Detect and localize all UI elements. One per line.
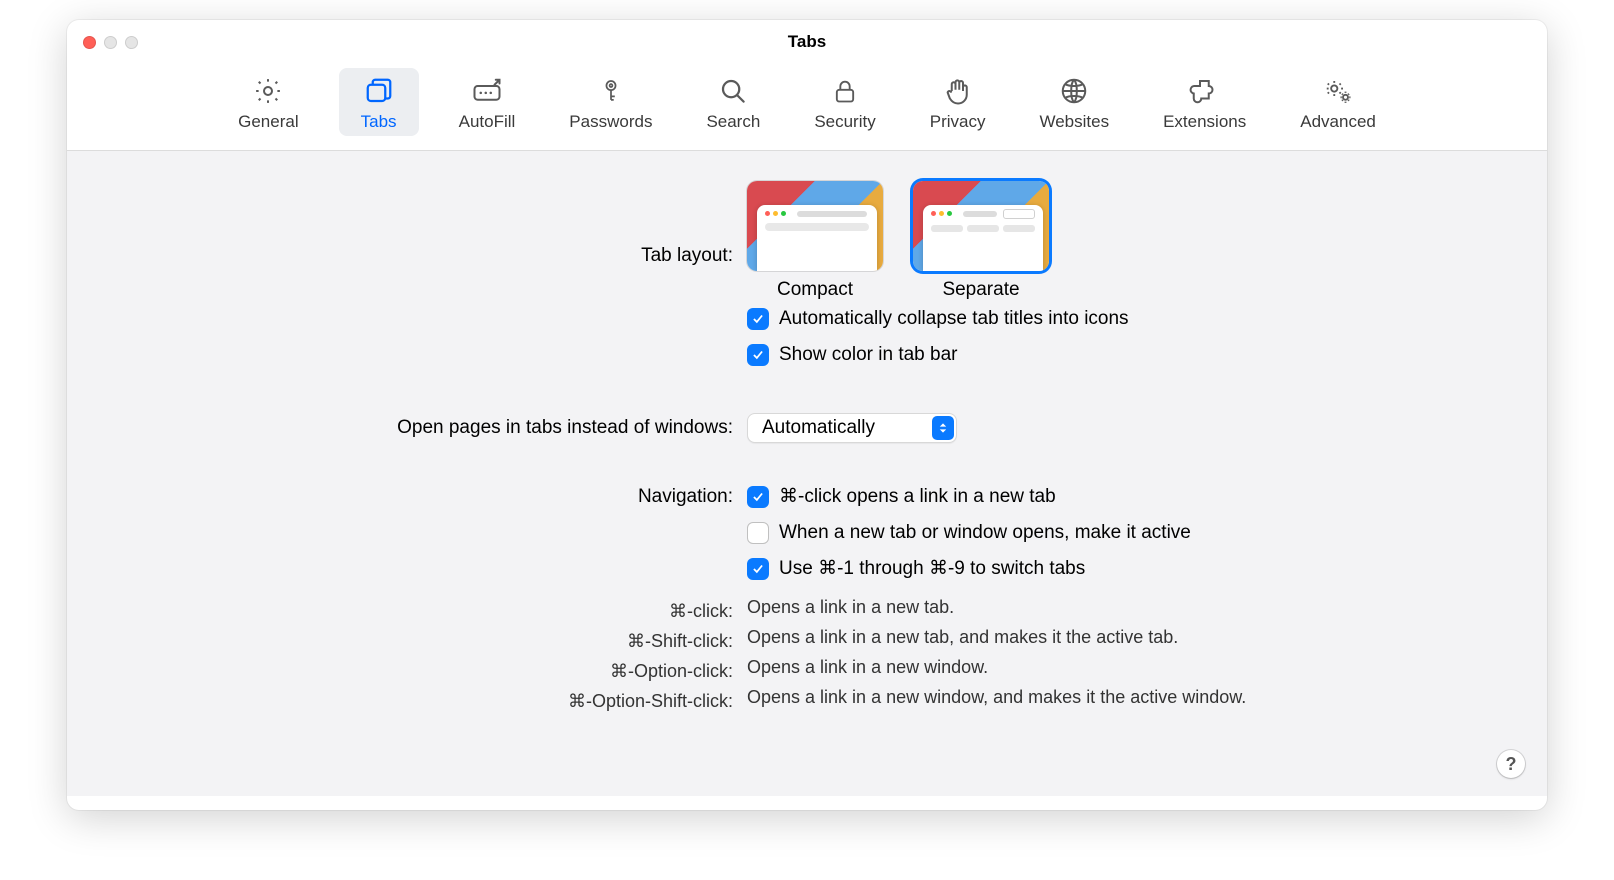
desc-val-0: Opens a link in a new tab. — [747, 597, 1507, 618]
toolbar-label-tabs: Tabs — [361, 112, 397, 132]
toolbar-item-extensions[interactable]: Extensions — [1149, 68, 1260, 136]
key-icon — [594, 74, 628, 108]
checkbox-make-new-tab-active[interactable] — [747, 522, 769, 544]
checkbox-cmd-number-switch-tabs-label: Use ⌘-1 through ⌘-9 to switch tabs — [779, 555, 1085, 583]
toolbar-item-advanced[interactable]: Advanced — [1286, 68, 1390, 136]
toolbar-item-general[interactable]: General — [224, 68, 312, 136]
tab-layout-options: Compact Separate — [747, 181, 1507, 301]
toolbar-item-tabs[interactable]: Tabs — [339, 68, 419, 136]
desc-val-2: Opens a link in a new window. — [747, 657, 1507, 678]
gear-icon — [251, 74, 285, 108]
checkbox-cmd-number-switch-tabs[interactable] — [747, 558, 769, 580]
toolbar-label-search: Search — [706, 112, 760, 132]
toolbar-item-websites[interactable]: Websites — [1025, 68, 1123, 136]
hand-icon — [941, 74, 975, 108]
search-icon — [716, 74, 750, 108]
toolbar-item-autofill[interactable]: AutoFill — [445, 68, 530, 136]
checkbox-cmd-click-new-tab-label: ⌘-click opens a link in a new tab — [779, 483, 1056, 511]
desc-key-1: ⌘-Shift-click: — [107, 627, 747, 655]
toolbar-label-websites: Websites — [1039, 112, 1109, 132]
desc-key-3: ⌘-Option-Shift-click: — [107, 687, 747, 715]
content-pane: Tab layout: Compact — [67, 151, 1547, 796]
tab-layout-compact-preview — [747, 181, 883, 271]
chevron-up-down-icon — [932, 416, 954, 440]
help-button[interactable]: ? — [1497, 750, 1525, 778]
tab-layout-separate-preview — [913, 181, 1049, 271]
toolbar-label-privacy: Privacy — [930, 112, 986, 132]
desc-val-1: Opens a link in a new tab, and makes it … — [747, 627, 1507, 648]
tab-layout-compact[interactable]: Compact — [747, 181, 883, 301]
toolbar-label-advanced: Advanced — [1300, 112, 1376, 132]
checkbox-cmd-click-new-tab[interactable] — [747, 486, 769, 508]
gears-icon — [1321, 74, 1355, 108]
navigation-label: Navigation: — [107, 483, 747, 511]
tab-layout-separate[interactable]: Separate — [913, 181, 1049, 301]
autofill-icon — [470, 74, 504, 108]
window-title: Tabs — [67, 32, 1547, 52]
desc-key-2: ⌘-Option-click: — [107, 657, 747, 685]
preferences-window: Tabs General Tabs AutoFill Passwords — [67, 20, 1547, 810]
checkbox-show-color-tab-bar[interactable] — [747, 344, 769, 366]
toolbar-item-security[interactable]: Security — [800, 68, 889, 136]
toolbar-item-search[interactable]: Search — [692, 68, 774, 136]
toolbar-label-general: General — [238, 112, 298, 132]
toolbar-label-autofill: AutoFill — [459, 112, 516, 132]
titlebar: Tabs — [67, 20, 1547, 64]
preferences-toolbar: General Tabs AutoFill Passwords Search — [67, 64, 1547, 151]
tab-layout-compact-label: Compact — [777, 279, 853, 301]
checkbox-show-color-tab-bar-label: Show color in tab bar — [779, 341, 958, 369]
open-pages-value: Automatically — [762, 417, 875, 439]
globe-icon — [1057, 74, 1091, 108]
toolbar-item-privacy[interactable]: Privacy — [916, 68, 1000, 136]
open-pages-label: Open pages in tabs instead of windows: — [107, 414, 747, 442]
desc-key-0: ⌘-click: — [107, 597, 747, 625]
desc-val-3: Opens a link in a new window, and makes … — [747, 687, 1507, 708]
tab-layout-separate-label: Separate — [942, 279, 1019, 301]
checkbox-collapse-tab-titles[interactable] — [747, 308, 769, 330]
toolbar-label-passwords: Passwords — [569, 112, 652, 132]
checkbox-make-new-tab-active-label: When a new tab or window opens, make it … — [779, 519, 1191, 547]
tab-layout-label: Tab layout: — [107, 212, 747, 270]
checkbox-collapse-tab-titles-label: Automatically collapse tab titles into i… — [779, 305, 1129, 333]
toolbar-item-passwords[interactable]: Passwords — [555, 68, 666, 136]
puzzle-icon — [1188, 74, 1222, 108]
lock-icon — [828, 74, 862, 108]
tabs-icon — [362, 74, 396, 108]
toolbar-label-extensions: Extensions — [1163, 112, 1246, 132]
toolbar-label-security: Security — [814, 112, 875, 132]
help-icon: ? — [1506, 754, 1517, 775]
open-pages-popup[interactable]: Automatically — [747, 413, 957, 443]
